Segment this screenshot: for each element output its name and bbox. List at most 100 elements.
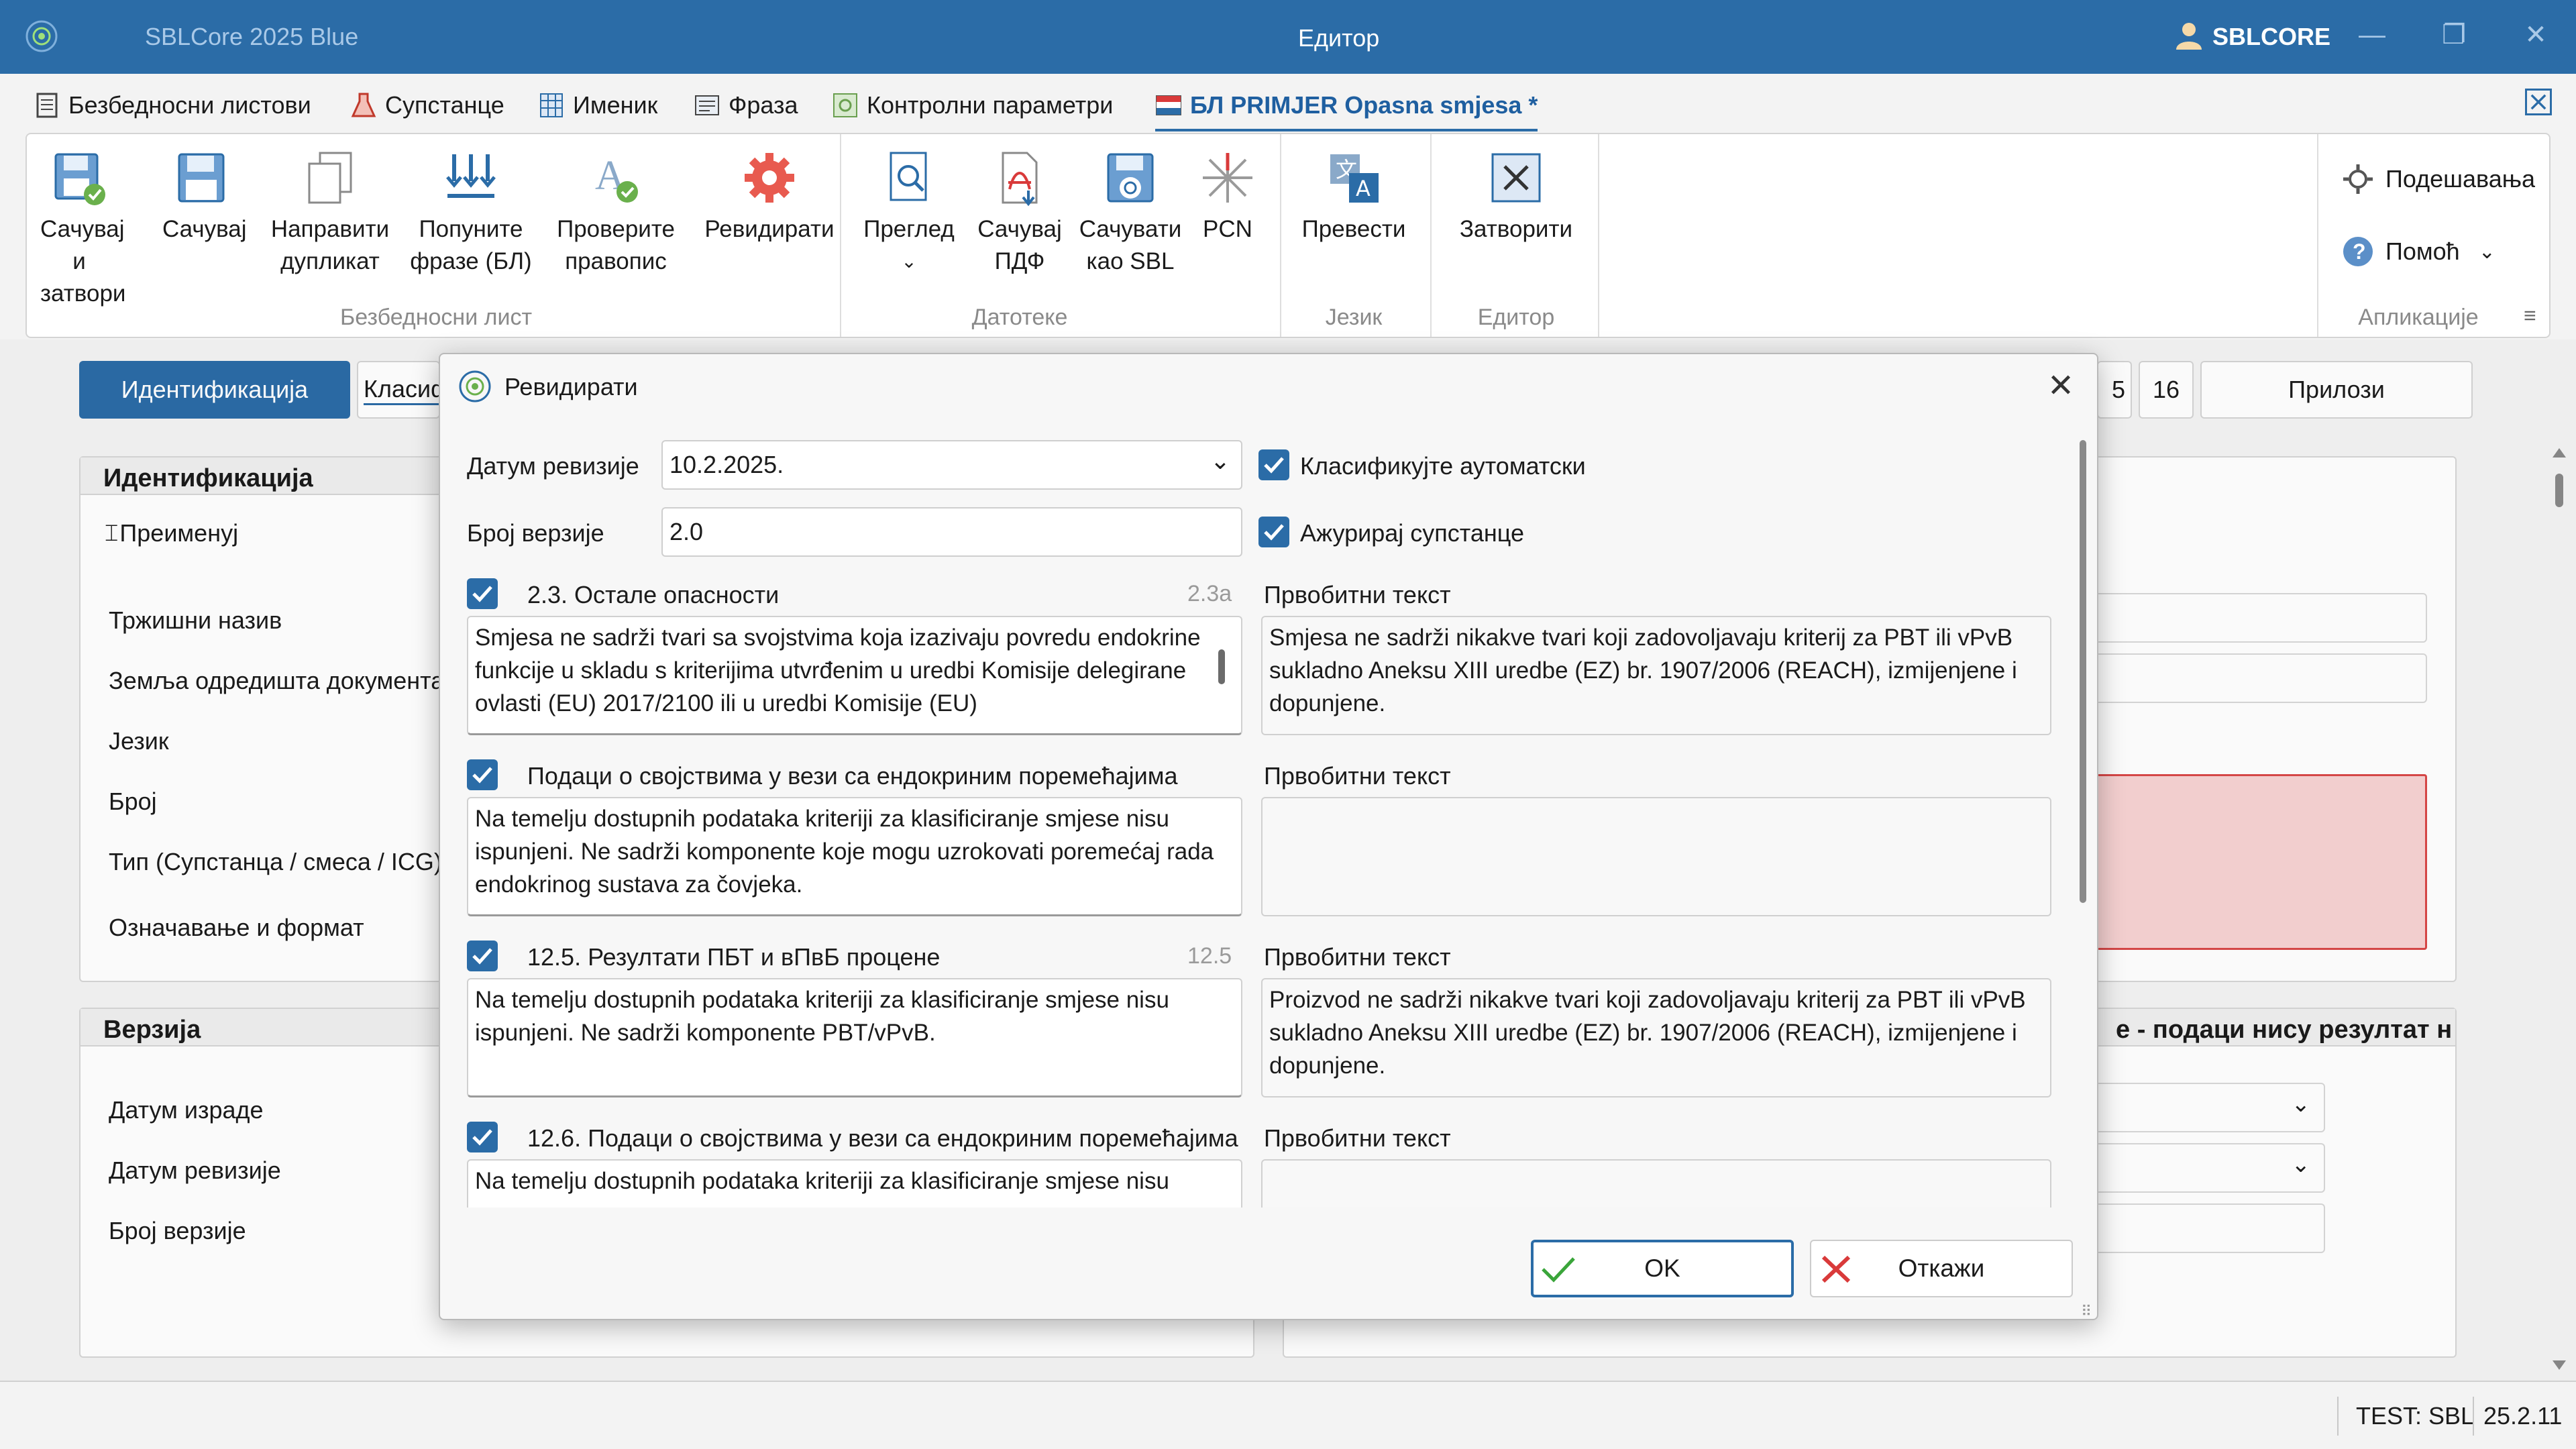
checkmark-icon <box>1264 457 1284 474</box>
translate-icon: 文A <box>1330 154 1379 203</box>
ribbon-label: ПДФ <box>994 248 1045 274</box>
fill-phrases-button[interactable]: Попуните фразе (БЛ) <box>404 148 538 278</box>
tab-directory[interactable]: Именик <box>538 89 657 122</box>
close-tab-icon[interactable] <box>2525 89 2552 115</box>
tab-current-document[interactable]: БЛ PRIMJER Opasna smjesa * <box>1155 89 1538 131</box>
save-and-close-button[interactable]: Сачувај и затвори <box>40 148 126 310</box>
flag-document-icon <box>1156 95 1181 115</box>
section-title: 12.5. Резултати ПБТ и вПвБ процене <box>527 943 941 971</box>
auto-classify-checkbox[interactable] <box>1258 449 1289 480</box>
spellcheck-button[interactable]: A Проверите правопис <box>551 148 680 278</box>
tab-safety-sheets[interactable]: Безбедносни листови <box>34 89 311 122</box>
revision-date-dropdown[interactable]: 10.2.2025. ⌄ <box>661 440 1242 490</box>
status-divider <box>2473 1397 2474 1436</box>
document-list-icon <box>36 93 58 118</box>
section-new-text[interactable]: Na temelju dostupnih podataka kriteriji … <box>467 1159 1242 1208</box>
save-icon <box>178 153 225 203</box>
ribbon-label: дупликат <box>280 248 380 274</box>
dialog-close-icon[interactable]: ✕ <box>2042 368 2080 405</box>
app-logo-icon <box>25 20 58 52</box>
section-checkbox[interactable] <box>467 759 498 790</box>
section-title: Подаци о својствима у вези са ендокриним… <box>527 762 1178 790</box>
preview-icon <box>890 152 927 201</box>
ribbon-label: Направити <box>270 216 390 242</box>
settings-button[interactable]: Подешавања <box>2341 162 2535 196</box>
dialog-title: Ревидирати <box>504 373 638 400</box>
section-new-text[interactable]: Smjesa ne sadrži tvari sa svojstvima koj… <box>467 616 1242 735</box>
section-original-text <box>1261 797 2051 916</box>
original-text-label: Првобитни текст <box>1264 581 1451 608</box>
version-number-input[interactable]: 2.0 <box>661 507 1242 557</box>
ok-label: OK <box>1644 1254 1680 1282</box>
update-substances-label: Ажурирај супстанце <box>1300 519 1524 547</box>
sections-viewport: 2.3. Остале опасности 2.3a Првобитни тек… <box>440 569 2077 1208</box>
control-parameters-icon <box>833 93 857 117</box>
section-code: 12.5 <box>1187 943 1232 969</box>
user-name[interactable]: SBLCORE <box>2212 23 2330 51</box>
ribbon-label: Попуните <box>419 216 523 242</box>
ribbon-group-label: Апликације <box>2358 305 2479 330</box>
ribbon-label: PCN <box>1203 216 1252 242</box>
ribbon-label: Превести <box>1301 216 1406 242</box>
help-label: Помоћ <box>2385 237 2460 265</box>
section-new-text[interactable]: Na temelju dostupnih podataka kriteriji … <box>467 978 1242 1097</box>
ribbon-label: фразе (БЛ) <box>410 248 532 274</box>
checkmark-icon <box>1264 524 1284 541</box>
ribbon-label: Сачувај <box>977 216 1062 242</box>
status-divider <box>2337 1397 2339 1436</box>
tab-label: Именик <box>573 91 658 119</box>
save-close-icon <box>54 153 105 205</box>
chevron-down-icon: ⌄ <box>2478 240 2496 263</box>
gear-icon <box>745 153 794 203</box>
revise-button[interactable]: Ревидирати <box>686 148 853 246</box>
duplicate-icon <box>308 152 352 204</box>
close-editor-button[interactable]: Затворити <box>1444 148 1589 246</box>
phrase-book-icon <box>695 95 719 115</box>
restore-icon[interactable]: ❐ <box>2434 15 2474 55</box>
update-substances-checkbox[interactable] <box>1258 517 1289 547</box>
duplicate-button[interactable]: Направити дупликат <box>270 148 390 278</box>
section-title: 12.6. Подаци о својствима у вези са ендо… <box>527 1124 1238 1152</box>
section-original-text: Proizvod ne sadrži nikakve tvari koji za… <box>1261 978 2051 1097</box>
checkmark-icon <box>472 767 492 784</box>
textarea-scroll-thumb[interactable] <box>1218 649 1225 684</box>
dialog-scroll-thumb[interactable] <box>2080 440 2086 903</box>
dialog-app-icon <box>459 370 491 402</box>
ribbon-toolbar: Сачувај и затвори Сачувај Направити дупл… <box>25 133 2551 338</box>
translate-button[interactable]: 文A Превести <box>1295 148 1413 246</box>
ribbon-label: Преглед <box>863 216 955 242</box>
document-tab-bar: Безбедносни листови Супстанце Именик Фра… <box>0 74 2576 131</box>
section-checkbox[interactable] <box>467 578 498 609</box>
cancel-button[interactable]: Откажи <box>1810 1240 2073 1297</box>
settings-label: Подешавања <box>2385 165 2536 193</box>
chevron-down-icon: ⌄ <box>901 251 917 272</box>
tab-substances[interactable]: Супстанце <box>350 89 504 122</box>
cancel-x-icon <box>1821 1255 1851 1283</box>
resize-grip-icon[interactable]: ⠿ <box>2081 1303 2092 1320</box>
minimize-icon[interactable]: — <box>2352 15 2392 55</box>
section-new-text[interactable]: Na temelju dostupnih podataka kriteriji … <box>467 797 1242 916</box>
ribbon-label: Сачувати <box>1079 216 1182 242</box>
ribbon-group-label: Језик <box>1325 305 1383 330</box>
section-checkbox[interactable] <box>467 1122 498 1152</box>
ribbon-label: Ревидирати <box>704 216 835 242</box>
section-checkbox[interactable] <box>467 941 498 971</box>
tab-phrase[interactable]: Фраза <box>694 89 798 122</box>
pcn-button[interactable]: PCN <box>1194 148 1261 246</box>
save-as-sbl-button[interactable]: Сачувати као SBL <box>1073 148 1187 278</box>
ribbon-label: затвори <box>40 280 126 307</box>
ribbon-divider <box>840 134 841 337</box>
save-pdf-button[interactable]: Сачувај ПДФ <box>973 148 1067 278</box>
test-environment-label: TEST: SBL <box>2356 1402 2475 1430</box>
ok-button[interactable]: OK <box>1531 1240 1794 1297</box>
save-button[interactable]: Сачувај <box>162 148 247 246</box>
spellcheck-icon: A <box>595 153 638 203</box>
help-button[interactable]: ? Помоћ ⌄ <box>2341 235 2496 268</box>
tab-control-parameters[interactable]: Контролни параметри <box>832 89 1113 122</box>
ribbon-label: Проверите <box>557 216 675 242</box>
preview-button[interactable]: Преглед ⌄ <box>859 148 959 278</box>
close-window-icon[interactable]: ✕ <box>2516 15 2556 55</box>
checkmark-icon <box>472 586 492 602</box>
ribbon-options-icon[interactable]: ≡ <box>2524 303 2536 328</box>
svg-text:?: ? <box>2353 239 2366 264</box>
